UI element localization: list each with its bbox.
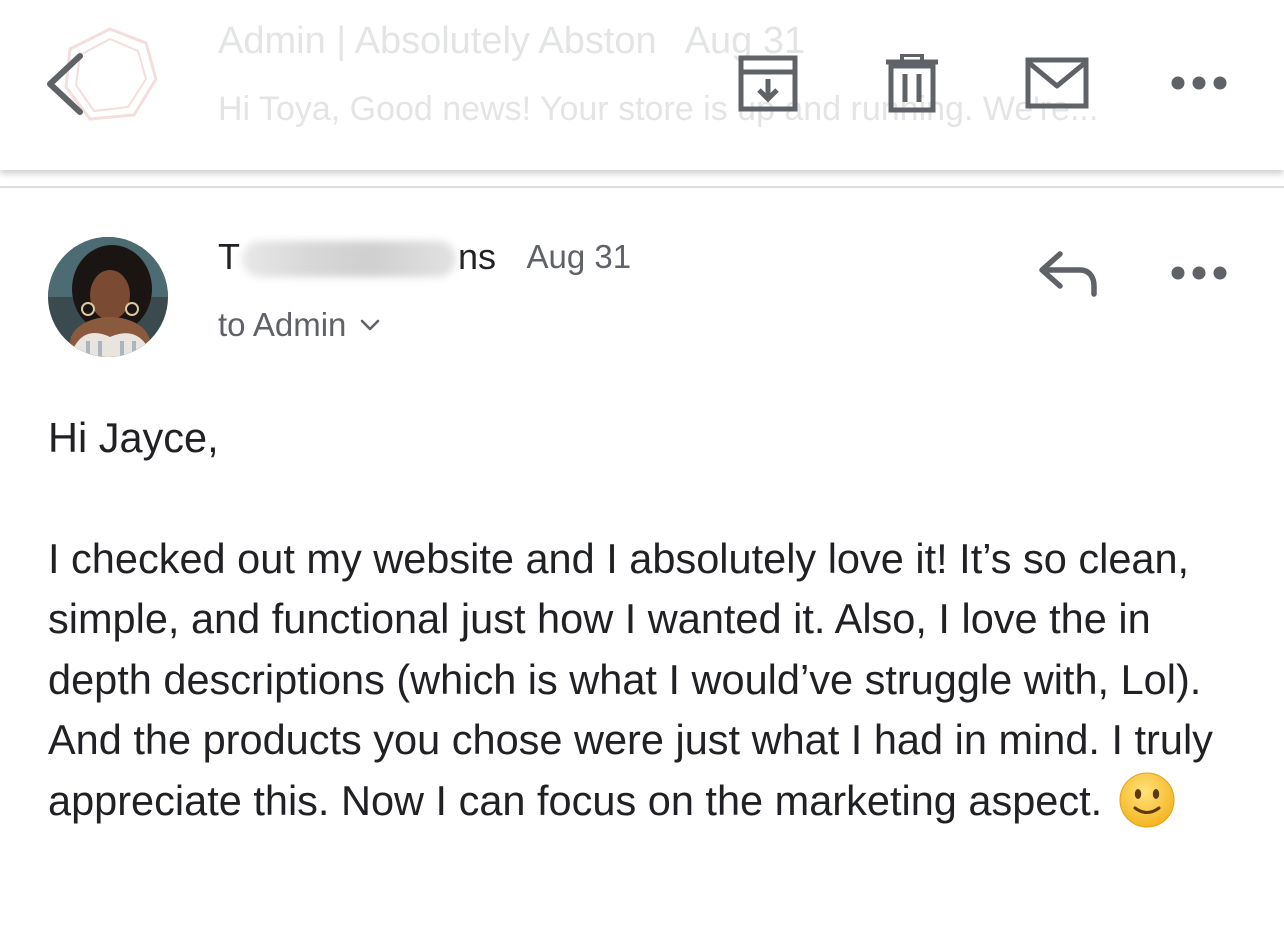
sender-name-last: ns bbox=[458, 236, 497, 277]
mail-icon[interactable] bbox=[1024, 56, 1090, 112]
redacted-name bbox=[242, 241, 456, 278]
slightly-smiling-face-emoji bbox=[1119, 772, 1175, 827]
greeting: Hi Jayce, bbox=[48, 414, 219, 461]
background-preview-title-text: Admin | Absolutely Abston bbox=[218, 20, 657, 62]
avatar[interactable] bbox=[48, 237, 168, 357]
recipient-label: to Admin bbox=[218, 306, 347, 343]
chevron-left-icon[interactable] bbox=[38, 50, 94, 118]
top-toolbar: Admin | Absolutely Abston Aug 31 Hi Toya,… bbox=[0, 0, 1284, 170]
message-date: Aug 31 bbox=[526, 238, 632, 275]
trash-icon[interactable] bbox=[884, 54, 940, 114]
divider bbox=[0, 186, 1284, 188]
archive-icon[interactable] bbox=[736, 54, 800, 114]
sender-row: Tns Aug 31 bbox=[218, 236, 631, 282]
body-paragraph-container: I checked out my website and I absolutel… bbox=[48, 529, 1248, 832]
reply-icon[interactable] bbox=[1036, 248, 1100, 300]
more-horizontal-icon[interactable] bbox=[1168, 66, 1230, 100]
message-body: Hi Jayce, I checked out my website and I… bbox=[48, 408, 1248, 831]
more-horizontal-icon[interactable] bbox=[1168, 256, 1230, 290]
sender-name-first: T bbox=[218, 236, 240, 277]
recipient-details-toggle[interactable]: to Admin bbox=[218, 306, 380, 344]
sender-name[interactable]: Tns bbox=[218, 236, 496, 278]
chevron-down-icon bbox=[361, 319, 380, 331]
body-paragraph: I checked out my website and I absolutel… bbox=[48, 534, 1213, 824]
background-preview-title: Admin | Absolutely Abston Aug 31 bbox=[218, 20, 805, 63]
